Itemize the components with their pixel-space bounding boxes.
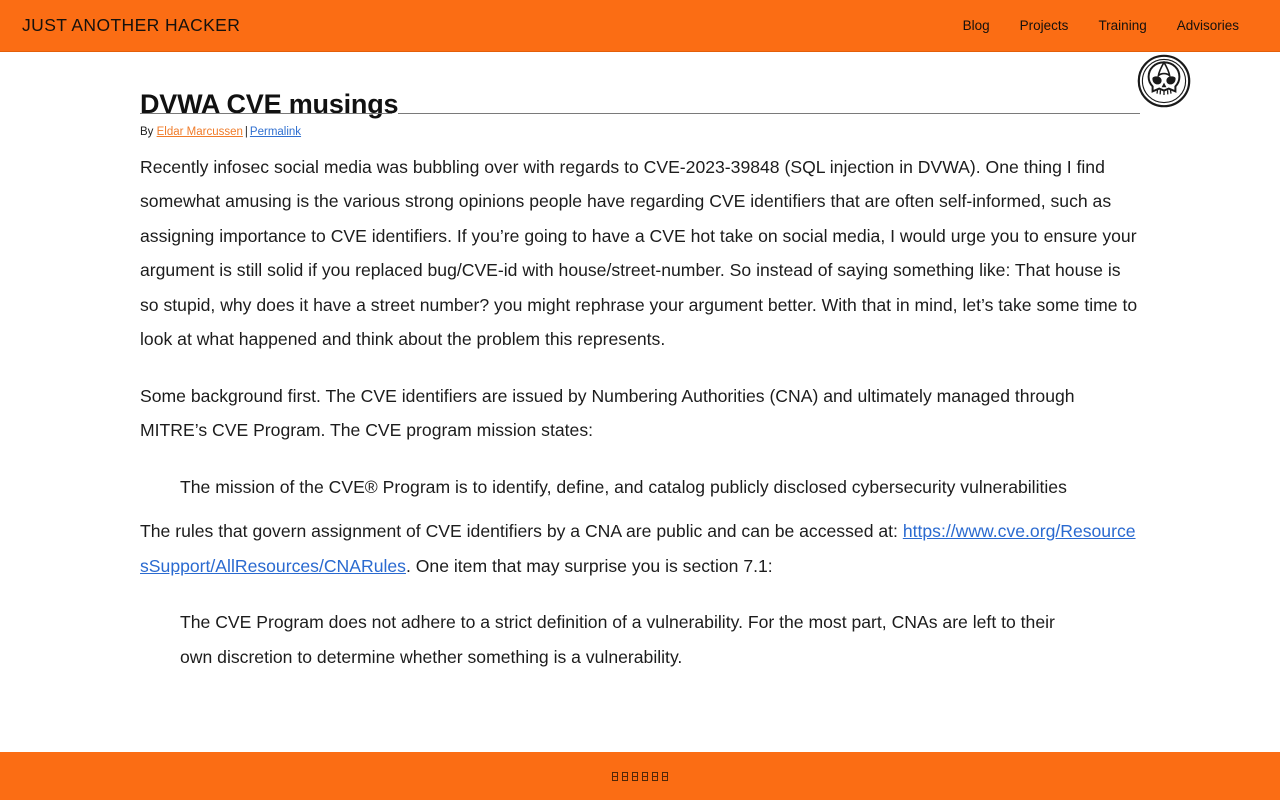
title-underline — [140, 113, 392, 114]
missing-glyph-icon-3[interactable] — [632, 771, 638, 781]
rules-tail-text: . One item that may surprise you is sect… — [405, 555, 773, 576]
site-footer — [0, 752, 1280, 800]
blockquote-mission: The mission of the CVE® Program is to id… — [180, 476, 1067, 497]
rules-lead-text: The rules that govern assignment of CVE … — [140, 521, 903, 542]
byline-prefix: By — [140, 126, 154, 138]
byline: By Eldar Marcussen | Permalink — [140, 126, 1140, 140]
footer-social-links — [611, 771, 669, 781]
main-navigation: Blog Projects Training Advisories — [948, 12, 1254, 39]
skull-logo-icon — [1137, 54, 1191, 108]
missing-glyph-icon-2[interactable] — [622, 771, 628, 781]
nav-item-blog[interactable]: Blog — [948, 12, 1005, 39]
title-divider — [398, 113, 1140, 114]
paragraph-intro: Recently infosec social media was bubbli… — [140, 156, 1138, 350]
page-content: DVWA CVE musings By Eldar Marcussen | Pe… — [0, 52, 1280, 752]
missing-glyph-icon-5[interactable] — [652, 771, 658, 781]
paragraph-rules: The rules that govern assignment of CVE … — [140, 514, 1140, 583]
paragraph-background: Some background first. The CVE identifie… — [140, 385, 1075, 441]
missing-glyph-icon-4[interactable] — [642, 771, 648, 781]
missing-glyph-icon-6[interactable] — [662, 771, 668, 781]
site-brand[interactable]: JUST ANOTHER HACKER — [22, 15, 240, 36]
site-header: JUST ANOTHER HACKER Blog Projects Traini… — [0, 0, 1280, 52]
post-header: DVWA CVE musings — [140, 54, 1191, 120]
blog-post: DVWA CVE musings By Eldar Marcussen | Pe… — [140, 52, 1191, 674]
byline-author-link[interactable]: Eldar Marcussen — [157, 126, 243, 138]
page-title: DVWA CVE musings — [140, 89, 399, 120]
nav-item-advisories[interactable]: Advisories — [1162, 12, 1254, 39]
nav-item-training[interactable]: Training — [1083, 12, 1161, 39]
nav-item-projects[interactable]: Projects — [1005, 12, 1084, 39]
missing-glyph-icon-1[interactable] — [612, 771, 618, 781]
permalink-link[interactable]: Permalink — [250, 126, 301, 138]
blockquote-section-7-1: The CVE Program does not adhere to a str… — [180, 612, 1055, 667]
byline-separator: | — [244, 126, 248, 138]
